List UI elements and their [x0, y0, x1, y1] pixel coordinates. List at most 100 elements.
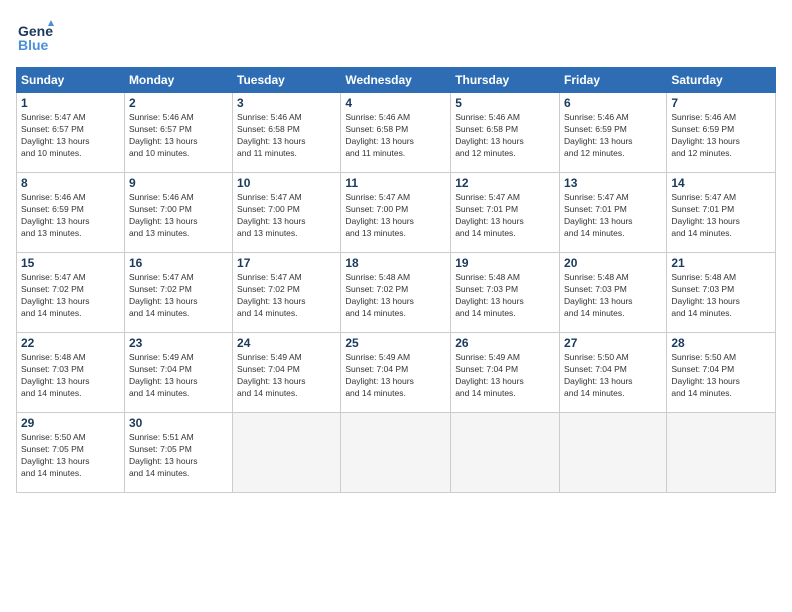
- calendar-week-3: 15 Sunrise: 5:47 AMSunset: 7:02 PMDaylig…: [17, 253, 776, 333]
- svg-text:Blue: Blue: [18, 37, 49, 53]
- logo-icon: General Blue: [16, 16, 54, 54]
- calendar-cell: 8 Sunrise: 5:46 AMSunset: 6:59 PMDayligh…: [17, 173, 125, 253]
- day-number: 17: [237, 256, 336, 270]
- weekday-header-friday: Friday: [560, 68, 667, 93]
- day-info: Sunrise: 5:46 AMSunset: 6:59 PMDaylight:…: [671, 112, 740, 158]
- weekday-header-tuesday: Tuesday: [233, 68, 341, 93]
- day-info: Sunrise: 5:47 AMSunset: 7:00 PMDaylight:…: [237, 192, 306, 238]
- day-number: 28: [671, 336, 771, 350]
- day-info: Sunrise: 5:49 AMSunset: 7:04 PMDaylight:…: [237, 352, 306, 398]
- day-info: Sunrise: 5:46 AMSunset: 6:58 PMDaylight:…: [345, 112, 414, 158]
- day-number: 4: [345, 96, 446, 110]
- day-info: Sunrise: 5:47 AMSunset: 7:01 PMDaylight:…: [455, 192, 524, 238]
- calendar-cell: 25 Sunrise: 5:49 AMSunset: 7:04 PMDaylig…: [341, 333, 451, 413]
- calendar-cell: 26 Sunrise: 5:49 AMSunset: 7:04 PMDaylig…: [451, 333, 560, 413]
- day-number: 25: [345, 336, 446, 350]
- weekday-header-wednesday: Wednesday: [341, 68, 451, 93]
- day-number: 19: [455, 256, 555, 270]
- calendar-cell: [560, 413, 667, 493]
- calendar-cell: 28 Sunrise: 5:50 AMSunset: 7:04 PMDaylig…: [667, 333, 776, 413]
- weekday-header-sunday: Sunday: [17, 68, 125, 93]
- calendar-cell: 18 Sunrise: 5:48 AMSunset: 7:02 PMDaylig…: [341, 253, 451, 333]
- calendar-cell: 21 Sunrise: 5:48 AMSunset: 7:03 PMDaylig…: [667, 253, 776, 333]
- day-number: 15: [21, 256, 120, 270]
- calendar-cell: 1 Sunrise: 5:47 AMSunset: 6:57 PMDayligh…: [17, 93, 125, 173]
- logo: General Blue: [16, 16, 54, 59]
- day-info: Sunrise: 5:51 AMSunset: 7:05 PMDaylight:…: [129, 432, 198, 478]
- calendar-cell: 5 Sunrise: 5:46 AMSunset: 6:58 PMDayligh…: [451, 93, 560, 173]
- day-info: Sunrise: 5:47 AMSunset: 7:02 PMDaylight:…: [21, 272, 90, 318]
- day-info: Sunrise: 5:48 AMSunset: 7:03 PMDaylight:…: [455, 272, 524, 318]
- day-number: 11: [345, 176, 446, 190]
- day-info: Sunrise: 5:47 AMSunset: 6:57 PMDaylight:…: [21, 112, 90, 158]
- calendar-cell: [233, 413, 341, 493]
- day-info: Sunrise: 5:47 AMSunset: 7:02 PMDaylight:…: [129, 272, 198, 318]
- day-number: 7: [671, 96, 771, 110]
- day-number: 8: [21, 176, 120, 190]
- calendar-cell: 16 Sunrise: 5:47 AMSunset: 7:02 PMDaylig…: [124, 253, 232, 333]
- day-number: 24: [237, 336, 336, 350]
- day-number: 10: [237, 176, 336, 190]
- calendar-cell: 4 Sunrise: 5:46 AMSunset: 6:58 PMDayligh…: [341, 93, 451, 173]
- weekday-header-row: SundayMondayTuesdayWednesdayThursdayFrid…: [17, 68, 776, 93]
- day-number: 27: [564, 336, 662, 350]
- calendar-cell: 6 Sunrise: 5:46 AMSunset: 6:59 PMDayligh…: [560, 93, 667, 173]
- calendar-cell: 17 Sunrise: 5:47 AMSunset: 7:02 PMDaylig…: [233, 253, 341, 333]
- day-info: Sunrise: 5:48 AMSunset: 7:02 PMDaylight:…: [345, 272, 414, 318]
- day-number: 22: [21, 336, 120, 350]
- calendar-cell: 19 Sunrise: 5:48 AMSunset: 7:03 PMDaylig…: [451, 253, 560, 333]
- day-info: Sunrise: 5:47 AMSunset: 7:01 PMDaylight:…: [671, 192, 740, 238]
- day-number: 30: [129, 416, 228, 430]
- day-info: Sunrise: 5:47 AMSunset: 7:00 PMDaylight:…: [345, 192, 414, 238]
- calendar-cell: 22 Sunrise: 5:48 AMSunset: 7:03 PMDaylig…: [17, 333, 125, 413]
- day-number: 23: [129, 336, 228, 350]
- day-number: 16: [129, 256, 228, 270]
- calendar-week-1: 1 Sunrise: 5:47 AMSunset: 6:57 PMDayligh…: [17, 93, 776, 173]
- day-number: 21: [671, 256, 771, 270]
- day-number: 3: [237, 96, 336, 110]
- day-info: Sunrise: 5:48 AMSunset: 7:03 PMDaylight:…: [21, 352, 90, 398]
- calendar-cell: 30 Sunrise: 5:51 AMSunset: 7:05 PMDaylig…: [124, 413, 232, 493]
- day-info: Sunrise: 5:49 AMSunset: 7:04 PMDaylight:…: [345, 352, 414, 398]
- day-number: 18: [345, 256, 446, 270]
- calendar-cell: 11 Sunrise: 5:47 AMSunset: 7:00 PMDaylig…: [341, 173, 451, 253]
- calendar-cell: 13 Sunrise: 5:47 AMSunset: 7:01 PMDaylig…: [560, 173, 667, 253]
- calendar-cell: [667, 413, 776, 493]
- weekday-header-monday: Monday: [124, 68, 232, 93]
- weekday-header-saturday: Saturday: [667, 68, 776, 93]
- calendar-week-4: 22 Sunrise: 5:48 AMSunset: 7:03 PMDaylig…: [17, 333, 776, 413]
- day-number: 14: [671, 176, 771, 190]
- calendar-cell: 9 Sunrise: 5:46 AMSunset: 7:00 PMDayligh…: [124, 173, 232, 253]
- calendar-cell: 10 Sunrise: 5:47 AMSunset: 7:00 PMDaylig…: [233, 173, 341, 253]
- day-info: Sunrise: 5:50 AMSunset: 7:04 PMDaylight:…: [564, 352, 633, 398]
- day-info: Sunrise: 5:46 AMSunset: 6:59 PMDaylight:…: [21, 192, 90, 238]
- day-info: Sunrise: 5:46 AMSunset: 6:57 PMDaylight:…: [129, 112, 198, 158]
- day-info: Sunrise: 5:47 AMSunset: 7:01 PMDaylight:…: [564, 192, 633, 238]
- day-number: 13: [564, 176, 662, 190]
- day-number: 29: [21, 416, 120, 430]
- calendar-cell: 3 Sunrise: 5:46 AMSunset: 6:58 PMDayligh…: [233, 93, 341, 173]
- calendar-cell: [451, 413, 560, 493]
- day-number: 20: [564, 256, 662, 270]
- calendar-cell: 29 Sunrise: 5:50 AMSunset: 7:05 PMDaylig…: [17, 413, 125, 493]
- header: General Blue: [16, 16, 776, 59]
- calendar-cell: 23 Sunrise: 5:49 AMSunset: 7:04 PMDaylig…: [124, 333, 232, 413]
- day-info: Sunrise: 5:47 AMSunset: 7:02 PMDaylight:…: [237, 272, 306, 318]
- calendar-cell: [341, 413, 451, 493]
- calendar-cell: 14 Sunrise: 5:47 AMSunset: 7:01 PMDaylig…: [667, 173, 776, 253]
- calendar-cell: 2 Sunrise: 5:46 AMSunset: 6:57 PMDayligh…: [124, 93, 232, 173]
- day-info: Sunrise: 5:50 AMSunset: 7:05 PMDaylight:…: [21, 432, 90, 478]
- day-number: 26: [455, 336, 555, 350]
- day-number: 5: [455, 96, 555, 110]
- calendar-table: SundayMondayTuesdayWednesdayThursdayFrid…: [16, 67, 776, 493]
- calendar-cell: 12 Sunrise: 5:47 AMSunset: 7:01 PMDaylig…: [451, 173, 560, 253]
- day-info: Sunrise: 5:50 AMSunset: 7:04 PMDaylight:…: [671, 352, 740, 398]
- calendar-week-2: 8 Sunrise: 5:46 AMSunset: 6:59 PMDayligh…: [17, 173, 776, 253]
- day-number: 1: [21, 96, 120, 110]
- calendar-cell: 7 Sunrise: 5:46 AMSunset: 6:59 PMDayligh…: [667, 93, 776, 173]
- day-number: 9: [129, 176, 228, 190]
- calendar-cell: 24 Sunrise: 5:49 AMSunset: 7:04 PMDaylig…: [233, 333, 341, 413]
- day-info: Sunrise: 5:46 AMSunset: 7:00 PMDaylight:…: [129, 192, 198, 238]
- day-number: 2: [129, 96, 228, 110]
- calendar-cell: 20 Sunrise: 5:48 AMSunset: 7:03 PMDaylig…: [560, 253, 667, 333]
